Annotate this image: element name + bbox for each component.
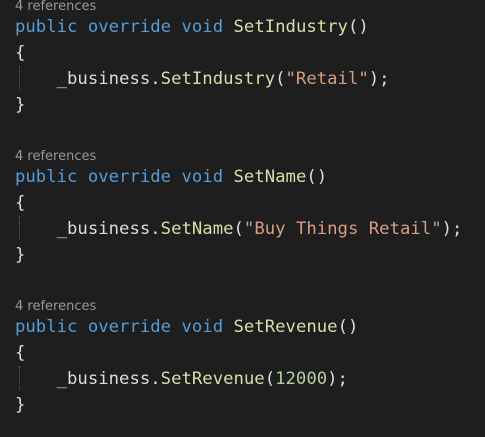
call-open-paren: ( [233,219,244,239]
call-method: SetIndustry [160,69,276,89]
method-body-line[interactable]: _business.SetIndustry("Retail"); [15,67,390,92]
codelens-references[interactable]: 4 references [15,0,96,16]
close-brace-line[interactable]: } [15,243,25,268]
open-brace-line[interactable]: { [15,41,25,66]
call-open-paren: ( [264,369,276,389]
call-target: _business. [56,219,161,239]
open-brace: { [15,43,26,63]
keyword-void: void [181,17,224,37]
string-argument: "Buy Things Retail" [243,219,442,239]
open-brace: { [15,343,26,363]
close-brace-line[interactable]: } [15,393,25,418]
open-brace: { [15,193,26,213]
call-close: ); [368,69,390,89]
method-params: () [306,167,328,187]
open-brace-line[interactable]: { [15,191,25,216]
string-argument: "Retail" [285,69,369,89]
method-body-line[interactable]: _business.SetRevenue(12000); [15,367,348,392]
call-method: SetName [160,219,234,239]
method-signature-line[interactable]: public override void SetIndustry() [15,15,369,40]
close-brace: } [15,245,26,265]
keyword-public: public [15,17,78,37]
codelens-references[interactable]: 4 references [15,298,96,316]
method-body-line[interactable]: _business.SetName("Buy Things Retail"); [15,217,463,242]
call-method: SetRevenue [160,369,265,389]
keyword-override: override [87,167,172,187]
keyword-public: public [15,167,78,187]
call-close: ); [327,369,348,389]
method-name: SetIndustry [233,17,348,37]
keyword-override: override [87,317,172,337]
method-params: () [347,17,369,37]
method-name: SetName [233,167,307,187]
method-signature-line[interactable]: public override void SetName() [15,165,327,190]
method-name: SetRevenue [233,317,338,337]
codelens-references[interactable]: 4 references [15,148,96,166]
close-brace-line[interactable]: } [15,93,25,118]
keyword-override: override [87,17,172,37]
code-editor[interactable]: 4 references public override void SetInd… [0,0,485,437]
number-argument: 12000 [275,369,328,389]
close-brace: } [15,95,26,115]
open-brace-line[interactable]: { [15,341,25,366]
keyword-public: public [15,317,78,337]
keyword-void: void [181,167,224,187]
keyword-void: void [181,317,224,337]
call-open-paren: ( [275,69,286,89]
method-signature-line[interactable]: public override void SetRevenue() [15,315,358,340]
call-target: _business. [56,369,161,389]
method-params: () [337,317,359,337]
call-close: ); [441,219,463,239]
close-brace: } [15,395,26,415]
call-target: _business. [56,69,161,89]
